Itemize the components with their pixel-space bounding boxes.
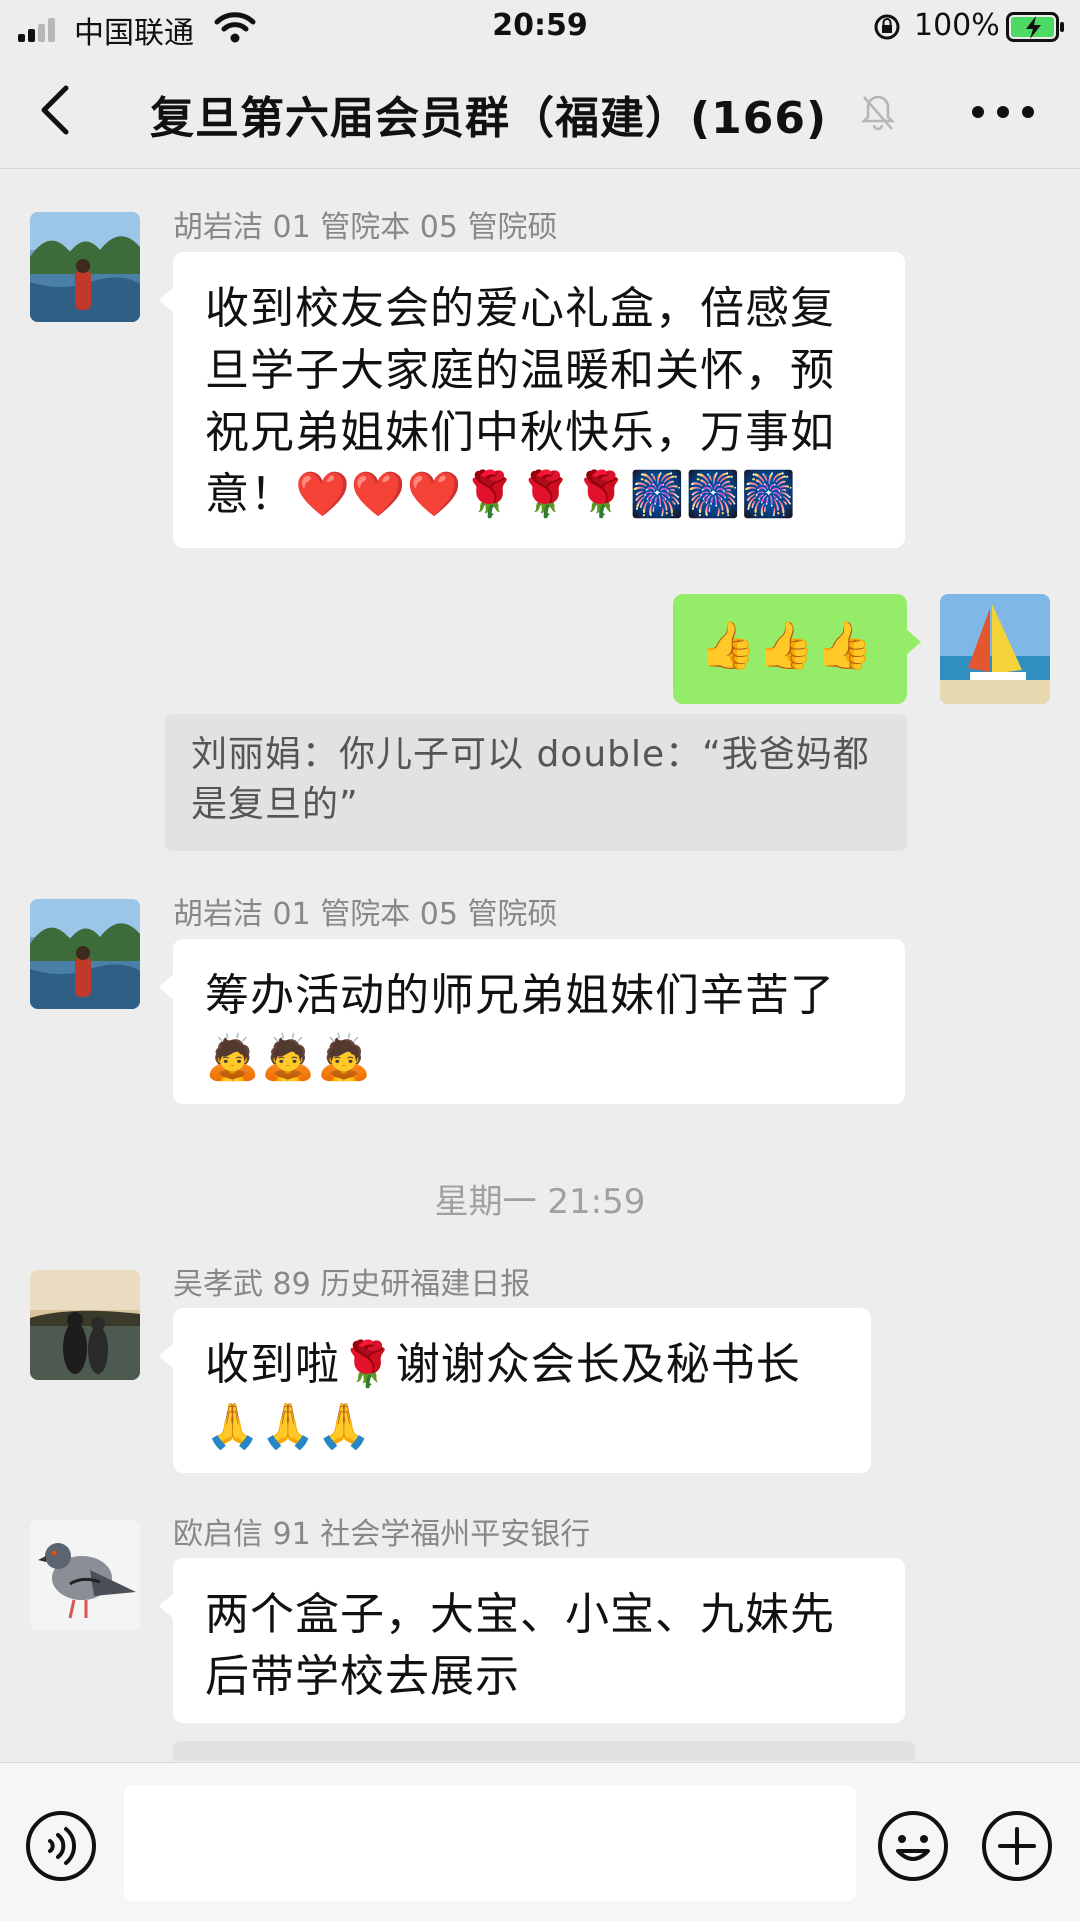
sender-name: 胡岩洁 01 管院本 05 管院硕	[173, 210, 558, 245]
chat-header: 复旦第六届会员群（福建）(166)	[0, 56, 1080, 169]
message-text: 收到啦🌹谢谢众会长及秘书长	[205, 1339, 801, 1390]
sender-name: 欧启信 91 社会学福州平安银行	[173, 1517, 591, 1552]
message-bubble[interactable]: 收到校友会的爱心礼盒，倍感复旦学子大家庭的温暖和关怀，预祝兄弟姐妹们中秋快乐，万…	[159, 252, 905, 548]
timestamp: 星期一 21:59	[434, 1182, 646, 1222]
battery-percent: 100%	[914, 8, 1000, 43]
more-options-button[interactable]	[970, 100, 1036, 124]
smile-icon[interactable]	[876, 1809, 950, 1883]
message-bubble[interactable]: 收到啦🌹谢谢众会长及秘书长 🙏🙏🙏	[159, 1308, 871, 1473]
message-bubble[interactable]: 筹办活动的师兄弟姐妹们辛苦了 🙇🙇🙇	[159, 939, 905, 1104]
voice-icon[interactable]	[24, 1809, 98, 1883]
partial-message-bubble	[173, 1741, 915, 1761]
rotation-lock-icon	[874, 14, 900, 40]
my-avatar[interactable]	[940, 594, 1050, 704]
quoted-message[interactable]: 刘丽娟：你儿子可以 double：“我爸妈都是复旦的”	[165, 714, 907, 851]
sender-name: 胡岩洁 01 管院本 05 管院硕	[173, 897, 558, 932]
status-bar: 中国联通 20:59 100%	[0, 0, 1080, 56]
avatar[interactable]	[30, 212, 140, 322]
avatar[interactable]	[30, 1520, 140, 1630]
chevron-left-icon[interactable]	[30, 80, 86, 140]
avatar[interactable]	[30, 899, 140, 1009]
quote-text: 刘丽娟：你儿子可以 double：“我爸妈都是复旦的”	[191, 734, 870, 825]
avatar[interactable]	[30, 1270, 140, 1380]
emoji-row: 🙇🙇🙇	[205, 1032, 373, 1083]
plus-icon[interactable]	[980, 1809, 1054, 1883]
input-bar	[0, 1762, 1080, 1921]
message-bubble[interactable]: 两个盒子，大宝、小宝、九妹先后带学校去展示	[159, 1558, 905, 1723]
bell-off-icon	[860, 95, 896, 131]
page-title: 复旦第六届会员群（福建）(166)	[150, 93, 828, 144]
message-text: 两个盒子，大宝、小宝、九妹先后带学校去展示	[205, 1589, 835, 1702]
message-text: 筹办活动的师兄弟姐妹们辛苦了	[205, 970, 835, 1021]
battery-charging-icon	[1006, 12, 1064, 42]
message-list[interactable]: 胡岩洁 01 管院本 05 管院硕 收到校友会的爱心礼盒，倍感复旦学子大家庭的温…	[0, 169, 1080, 1761]
emoji-row: ❤️❤️❤️🌹🌹🌹🎆🎆🎆	[295, 469, 798, 520]
my-message-bubble[interactable]: 👍👍👍	[673, 594, 921, 704]
emoji-row: 🙏🙏🙏	[205, 1401, 373, 1452]
message-text: 👍👍👍	[699, 618, 874, 672]
message-input[interactable]	[124, 1785, 856, 1901]
sender-name: 吴孝武 89 历史研福建日报	[173, 1267, 531, 1302]
